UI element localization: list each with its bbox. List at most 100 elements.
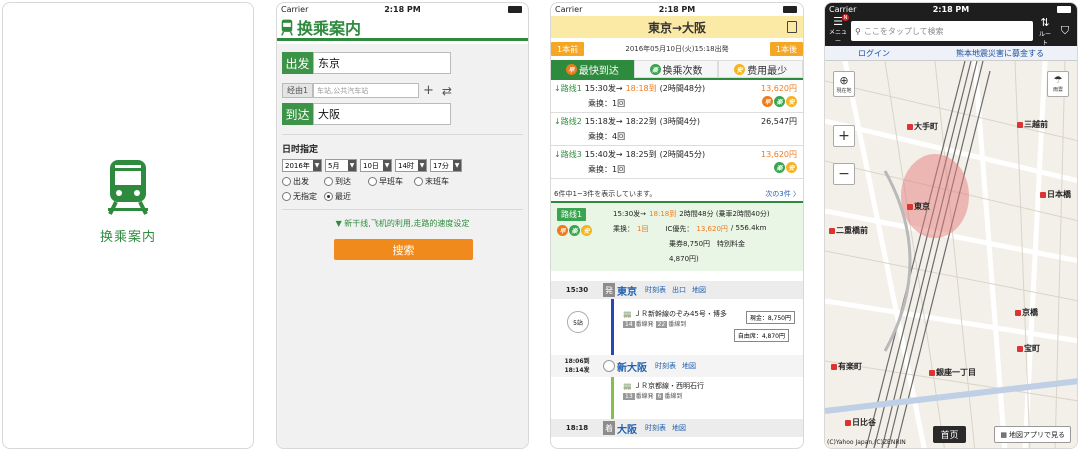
detail-line3: 乗券8,750円 特別料金 xyxy=(669,240,746,248)
minute-select[interactable]: 17分 ▼ xyxy=(430,159,462,172)
poi[interactable]: 二重橋前 xyxy=(829,225,868,236)
detail-line1: 15:30发→ 18:18到 2時間48分 (乗車2時間40分) xyxy=(613,210,770,218)
chevron-down-icon: ▼ xyxy=(418,160,426,171)
to-label: 到达 xyxy=(282,103,313,125)
radio-depart[interactable]: 出发 xyxy=(282,176,324,187)
train-icon xyxy=(108,160,148,215)
search-button[interactable]: 搜索 xyxy=(334,239,473,260)
next-train-button[interactable]: 1本後 xyxy=(769,42,803,56)
cart-icon[interactable]: ⛉ xyxy=(1057,24,1073,38)
donate-link[interactable]: 熊本地震災害に募金する xyxy=(956,48,1044,59)
tab-fewest-transfers[interactable]: 楽换乘次数 xyxy=(633,60,719,78)
radio-latest[interactable]: 最近 xyxy=(324,191,368,202)
year-select[interactable]: 2016年 ▼ xyxy=(282,159,322,172)
search-icon: ⚲ xyxy=(855,26,861,36)
hour-select[interactable]: 14时 ▼ xyxy=(395,159,427,172)
station-icon xyxy=(907,123,913,130)
radio-last-train[interactable]: 末班车 xyxy=(414,176,462,187)
route-detail: 路线1 15:30发→ 18:18到 2時間48分 (乗車2時間40分) 乘换： 1回… xyxy=(551,203,803,271)
next-page-link[interactable]: 次の3件 〉 xyxy=(765,189,800,199)
poi[interactable]: 東京 xyxy=(907,201,930,212)
timetable-link[interactable]: 时刻表 xyxy=(645,285,666,295)
from-label: 出发 xyxy=(282,52,313,74)
results-screen: Carrier 2:18 PM 東京→大阪 1本前 2016年05月10日(火)… xyxy=(550,2,804,449)
poi[interactable]: 日比谷 xyxy=(845,417,876,428)
rain-icon: ☂ xyxy=(1053,75,1063,86)
transfer-icon: 楽 xyxy=(569,225,580,236)
cheap-icon: 安 xyxy=(786,96,797,107)
map-link[interactable]: 地図 xyxy=(692,285,706,295)
cheap-icon: 安 xyxy=(734,63,746,75)
map-link[interactable]: 地図 xyxy=(672,423,686,433)
station-icon xyxy=(929,369,935,376)
poi[interactable]: 宝町 xyxy=(1017,343,1040,354)
poi[interactable]: 大手町 xyxy=(907,121,938,132)
from-input[interactable]: 东京 xyxy=(313,52,451,74)
share-icon[interactable] xyxy=(787,21,797,33)
datetime-selects: 2016年 ▼ 5月 ▼ 10日 ▼ 14时 ▼ 17分 ▼ xyxy=(282,159,462,172)
chevron-down-icon: ▼ xyxy=(348,160,356,171)
add-via-icon[interactable]: + xyxy=(423,83,434,98)
station-icon xyxy=(1017,345,1023,352)
prev-train-button[interactable]: 1本前 xyxy=(551,42,585,56)
route-button[interactable]: ⇅ ルート xyxy=(1037,16,1053,47)
rain-cloud-button[interactable]: ☂ 雨雲 xyxy=(1047,71,1069,97)
page-title: 换乘案内 xyxy=(297,19,362,38)
sort-tabs: 早最快到达 楽换乘次数 安费用最少 xyxy=(551,60,803,80)
route-row[interactable]: ↓路线3 15:40发→ 18:25到 (2時間45分) 乘换：1回 13,620円 … xyxy=(551,146,803,179)
route-tag: 路线1 xyxy=(557,208,587,221)
poi[interactable]: 銀座一丁目 xyxy=(929,367,976,378)
station-icon xyxy=(831,363,837,370)
notification-badge: N xyxy=(842,14,849,21)
open-map-app-button[interactable]: ▦ 地図アプリで見る xyxy=(994,426,1071,443)
radio-none[interactable]: 无指定 xyxy=(282,191,324,202)
radio-first-train[interactable]: 早班车 xyxy=(368,176,414,187)
station-osaka: 18:18 着 大阪 时刻表 地図 xyxy=(551,419,803,437)
map-link[interactable]: 地図 xyxy=(682,361,696,371)
poi[interactable]: 京橋 xyxy=(1015,307,1038,318)
poi[interactable]: 三越前 xyxy=(1017,119,1048,130)
to-input[interactable]: 大阪 xyxy=(313,103,451,125)
status-bar: Carrier 2:18 PM xyxy=(551,3,803,16)
route-row[interactable]: ↓路线1 15:30发→ 18:18到 (2時間48分) 乘换：1回 13,620円 … xyxy=(551,80,803,113)
month-select[interactable]: 5月 ▼ xyxy=(325,159,357,172)
zoom-out-button[interactable]: − xyxy=(833,163,855,185)
from-row: 出发 东京 xyxy=(282,52,451,74)
current-location-button[interactable]: ⊕ 現在地 xyxy=(833,71,855,97)
via-input[interactable]: 车站,公共汽车站 xyxy=(313,83,419,98)
station-tokyo: 15:30 発 東京 时刻表 出口 地図 xyxy=(551,281,803,299)
advanced-settings-link[interactable]: ▼ 新干线,飞机的利用,走路的速度设定 xyxy=(277,218,528,229)
radio-arrive[interactable]: 到达 xyxy=(324,176,368,187)
search-form: 出发 东京 经由1 车站,公共汽车站 + ⇄ 到达 大阪 日时指定 2016年 ▼… xyxy=(277,44,528,448)
route-row[interactable]: ↓路线2 15:18发→ 18:22到 (3時間4分) 乘换：4回 26,547円 xyxy=(551,113,803,146)
fast-icon: 早 xyxy=(762,96,773,107)
via-row: 经由1 车站,公共汽车站 + ⇄ xyxy=(282,82,452,99)
swap-icon[interactable]: ⇄ xyxy=(442,84,452,98)
day-select[interactable]: 10日 ▼ xyxy=(360,159,392,172)
stops-badge[interactable]: 5站 xyxy=(567,311,589,333)
exit-link[interactable]: 出口 xyxy=(672,285,686,295)
zoom-in-button[interactable]: + xyxy=(833,125,855,147)
map-screen: Carrier 2:18 PM ☰ メニュー N ⚲ ここをタップして検索 ⇅ ル… xyxy=(824,2,1078,449)
date-nav: 1本前 2016年05月10日(火)15:18出発 1本後 xyxy=(551,38,803,60)
poi[interactable]: 有楽町 xyxy=(831,361,862,372)
map-view[interactable]: ⊕ 現在地 + − ☂ 雨雲 大手町 三越前 日本橋 東京 京橋 二重橋前 宝町 銀… xyxy=(825,61,1077,448)
home-button[interactable]: 首页 xyxy=(933,426,966,443)
cheap-icon: 安 xyxy=(786,162,797,173)
poi[interactable]: 日本橋 xyxy=(1040,189,1071,200)
via-label: 经由1 xyxy=(282,83,313,98)
tab-fastest[interactable]: 早最快到达 xyxy=(551,60,634,78)
timetable-link[interactable]: 时刻表 xyxy=(655,361,676,371)
count-text: 6件中1~3件を表示しています。 xyxy=(554,190,657,198)
transfer-dot xyxy=(603,360,615,372)
menu-button[interactable]: ☰ メニュー N xyxy=(829,14,849,45)
chevron-down-icon: ▼ xyxy=(383,160,391,171)
fast-icon: 早 xyxy=(565,63,577,75)
login-link[interactable]: ログイン xyxy=(858,48,890,59)
chevron-down-icon: ▼ xyxy=(453,160,461,171)
tab-cheapest[interactable]: 安费用最少 xyxy=(718,60,803,78)
map-search-input[interactable]: ⚲ ここをタップして検索 xyxy=(851,21,1033,41)
station-icon xyxy=(1015,309,1021,316)
timetable-link[interactable]: 时刻表 xyxy=(645,423,666,433)
train-segment: 🚃 ＪＲ新幹線のぞみ45号・博多 14 番線発 22 番線到 xyxy=(623,310,727,328)
